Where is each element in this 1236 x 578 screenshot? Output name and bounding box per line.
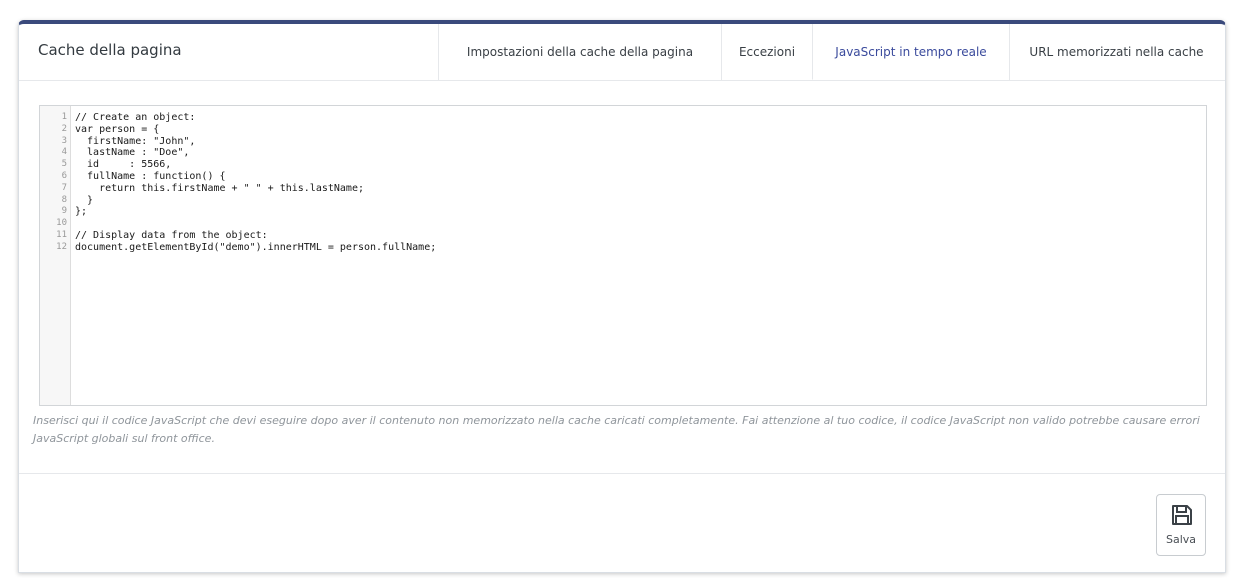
code-text: // Display data from the object: [75, 229, 268, 241]
tab-cached-urls[interactable]: URL memorizzati nella cache [1009, 24, 1223, 80]
code-line: 8 } [40, 195, 1206, 207]
tab-live-javascript[interactable]: JavaScript in tempo reale [812, 24, 1009, 80]
floppy-disk-icon [1172, 505, 1192, 525]
code-line: 12 document.getElementById("demo").innerH… [40, 242, 1206, 254]
save-label: Salva [1165, 533, 1197, 546]
tab-exceptions[interactable]: Eccezioni [721, 24, 812, 80]
panel-title: Cache della pagina [38, 41, 182, 59]
code-text: id : 5566, [75, 159, 172, 171]
line-number: 5 [61, 159, 67, 170]
line-number: 8 [61, 194, 67, 205]
tab-bar: Impostazioni della cache della pagina Ec… [438, 24, 1223, 80]
line-number: 1 [61, 112, 67, 122]
line-number: 11 [56, 229, 67, 240]
code-text: return this.firstName + " " + this.lastN… [75, 182, 364, 194]
line-number: 3 [61, 135, 67, 146]
page-cache-panel: Cache della pagina Impostazioni della ca… [18, 20, 1226, 573]
code-line: 10 [40, 218, 1206, 230]
line-number: 10 [56, 218, 67, 229]
code-text: firstName: "John", [75, 135, 196, 147]
line-number: 7 [61, 182, 67, 193]
javascript-code-editor[interactable]: 1// Create an object: 2 var person = {3 fi… [39, 105, 1207, 406]
code-text: fullName : function() { [75, 170, 226, 182]
code-line: 6 fullName : function() { [40, 171, 1206, 183]
tab-page-cache-settings[interactable]: Impostazioni della cache della pagina [438, 24, 721, 80]
code-text: lastName : "Doe", [75, 147, 190, 159]
line-number: 6 [61, 170, 67, 181]
code-line: 4 lastName : "Doe", [40, 147, 1206, 159]
line-number: 12 [56, 241, 67, 252]
code-text: } [75, 194, 94, 206]
code-lines: 1// Create an object: 2 var person = {3 fi… [40, 112, 1206, 254]
line-number: 2 [61, 123, 67, 134]
help-text: Inserisci qui il codice JavaScript che d… [33, 414, 1200, 445]
code-text: }; [75, 206, 88, 218]
code-text: var person = { [75, 123, 160, 135]
code-line: 3 firstName: "John", [40, 136, 1206, 148]
code-line: 7 return this.firstName + " " + this.las… [40, 183, 1206, 195]
code-text: // Create an object: [75, 112, 196, 123]
code-line: 2 var person = { [40, 124, 1206, 136]
line-number: 9 [61, 206, 67, 217]
panel-footer: Salva [19, 473, 1225, 578]
code-line: 9}; [40, 206, 1206, 218]
line-number: 4 [61, 147, 67, 158]
save-button[interactable]: Salva [1156, 494, 1206, 556]
code-text: document.getElementById("demo").innerHTM… [75, 241, 437, 253]
code-line: 5 id : 5566, [40, 159, 1206, 171]
code-line: 1 // Create an object: [40, 112, 1206, 124]
panel-header: Cache della pagina Impostazioni della ca… [19, 24, 1225, 81]
code-line: 11 // Display data from the object: [40, 230, 1206, 242]
